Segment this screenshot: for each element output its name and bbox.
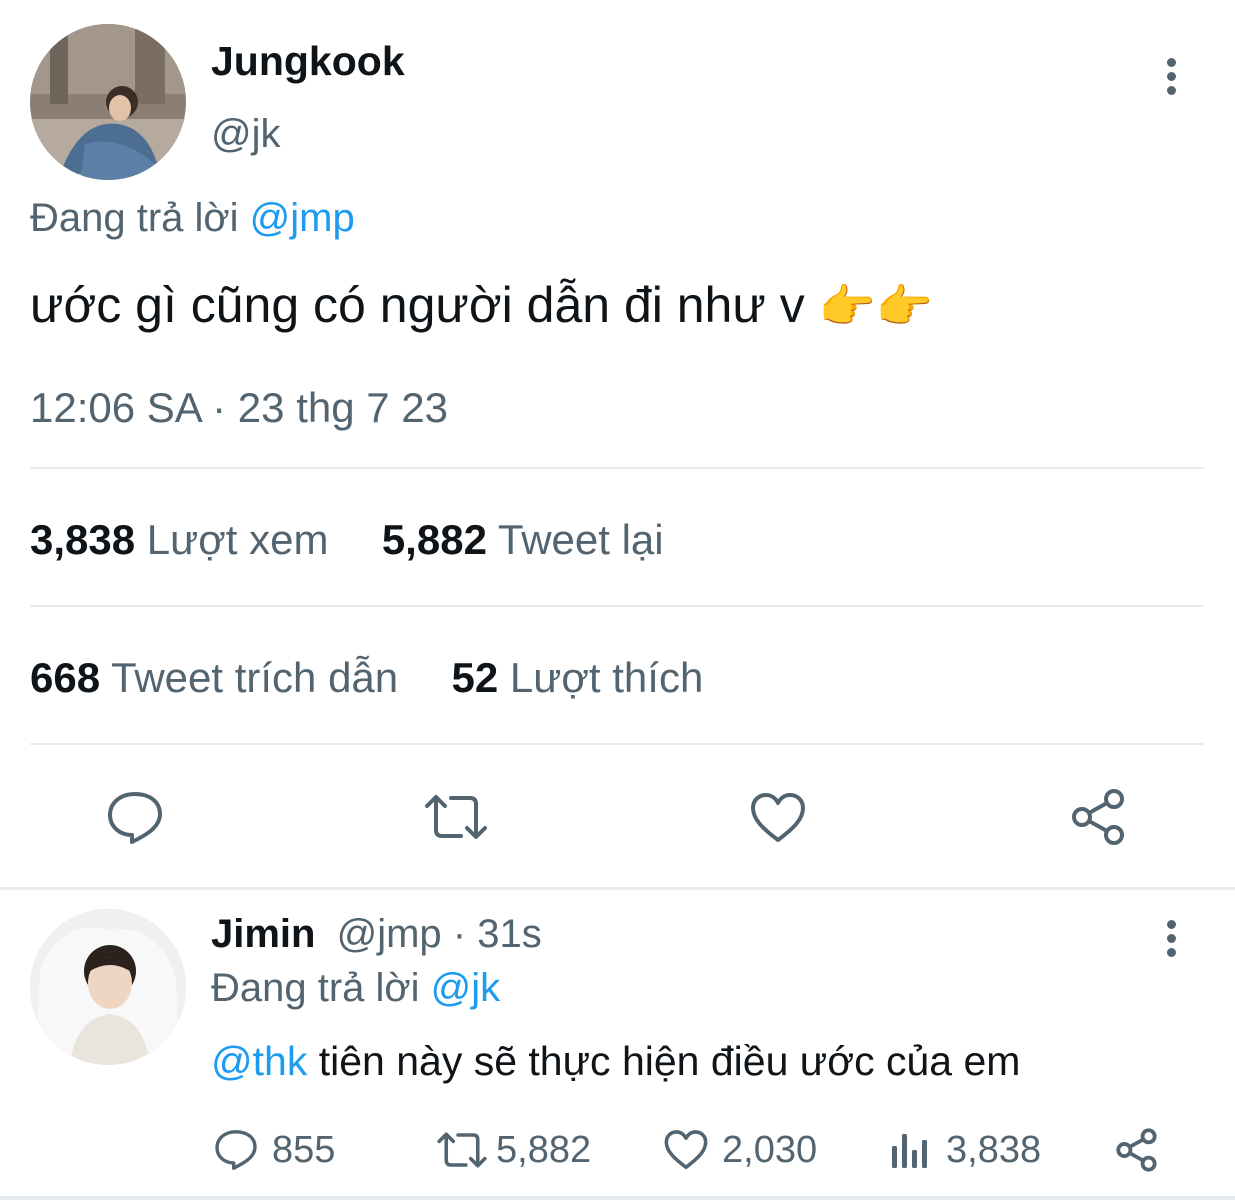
divider — [30, 467, 1204, 469]
likes-label[interactable]: Lượt thích — [510, 654, 703, 701]
reply-text: @thk tiên này sẽ thực hiện điều ước của … — [211, 1038, 1020, 1085]
retweets-count: 5,882 — [496, 1128, 592, 1171]
reply-action-likes[interactable]: 2,030 — [664, 1128, 817, 1172]
author-avatar[interactable] — [30, 24, 186, 180]
reply-body: tiên này sẽ thực hiện điều ước của em — [318, 1038, 1021, 1084]
more-vertical-icon[interactable] — [1165, 920, 1177, 962]
comment-icon[interactable] — [106, 790, 164, 846]
author-name[interactable]: Jungkook — [211, 38, 405, 85]
views-count: 3,838 — [30, 516, 136, 563]
quotes-count: 668 — [30, 654, 101, 701]
reply-to-mention[interactable]: @jmp — [250, 196, 355, 240]
reply-author-name[interactable]: Jimin — [211, 912, 315, 956]
mention-link[interactable]: @thk — [211, 1038, 307, 1084]
heart-icon[interactable] — [750, 792, 806, 844]
reply-to-mention[interactable]: @jk — [431, 966, 501, 1010]
reply-action-retweets[interactable]: 5,882 — [436, 1128, 591, 1172]
reply-author-avatar[interactable] — [30, 909, 186, 1065]
divider — [30, 605, 1204, 607]
bottom-separator — [0, 1196, 1235, 1200]
reply-context: Đang trả lời @jk — [211, 966, 500, 1011]
pointing-emoji: 👉👉 — [818, 280, 934, 332]
reply-prefix: Đang trả lời — [211, 966, 420, 1010]
divider — [30, 743, 1204, 745]
quotes-label[interactable]: Tweet trích dẫn — [111, 654, 398, 701]
tweet-text: ước gì cũng có người dẫn đi như v 👉👉 — [30, 276, 933, 334]
reply-action-replies[interactable]: 855 — [214, 1128, 335, 1172]
reply-context: Đang trả lời @jmp — [30, 196, 355, 241]
section-separator — [0, 887, 1235, 890]
views-icon — [890, 1130, 930, 1170]
reply-author-handle[interactable]: @jmp — [337, 912, 442, 956]
more-vertical-icon[interactable] — [1165, 58, 1177, 100]
likes-count: 52 — [451, 654, 499, 701]
retweet-icon[interactable] — [423, 792, 489, 842]
author-handle[interactable]: @jk — [211, 112, 281, 157]
share-icon[interactable] — [1070, 788, 1130, 846]
reply-header: Jimin @jmp · 31s — [211, 912, 542, 957]
views-label[interactable]: Lượt xem — [147, 516, 329, 563]
reply-time[interactable]: · 31s — [453, 912, 542, 956]
reply-action-views[interactable]: 3,838 — [890, 1128, 1041, 1172]
reply-prefix: Đang trả lời — [30, 196, 239, 240]
replies-count: 855 — [272, 1128, 336, 1171]
tweet-body: ước gì cũng có người dẫn đi như v — [30, 277, 805, 333]
likes-count: 2,030 — [722, 1128, 818, 1171]
comment-icon — [214, 1128, 258, 1172]
retweets-label[interactable]: Tweet lại — [498, 516, 664, 563]
views-count: 3,838 — [946, 1128, 1042, 1171]
tweet-timestamp[interactable]: 12:06 SA · 23 thg 7 23 — [30, 384, 448, 432]
retweets-count: 5,882 — [381, 516, 487, 563]
share-icon[interactable] — [1115, 1128, 1161, 1172]
retweet-icon — [436, 1130, 488, 1170]
heart-icon — [664, 1129, 708, 1171]
stats-row-1: 3,838 Lượt xem 5,882 Tweet lại — [30, 516, 664, 564]
stats-row-2: 668 Tweet trích dẫn 52 Lượt thích — [30, 654, 703, 702]
